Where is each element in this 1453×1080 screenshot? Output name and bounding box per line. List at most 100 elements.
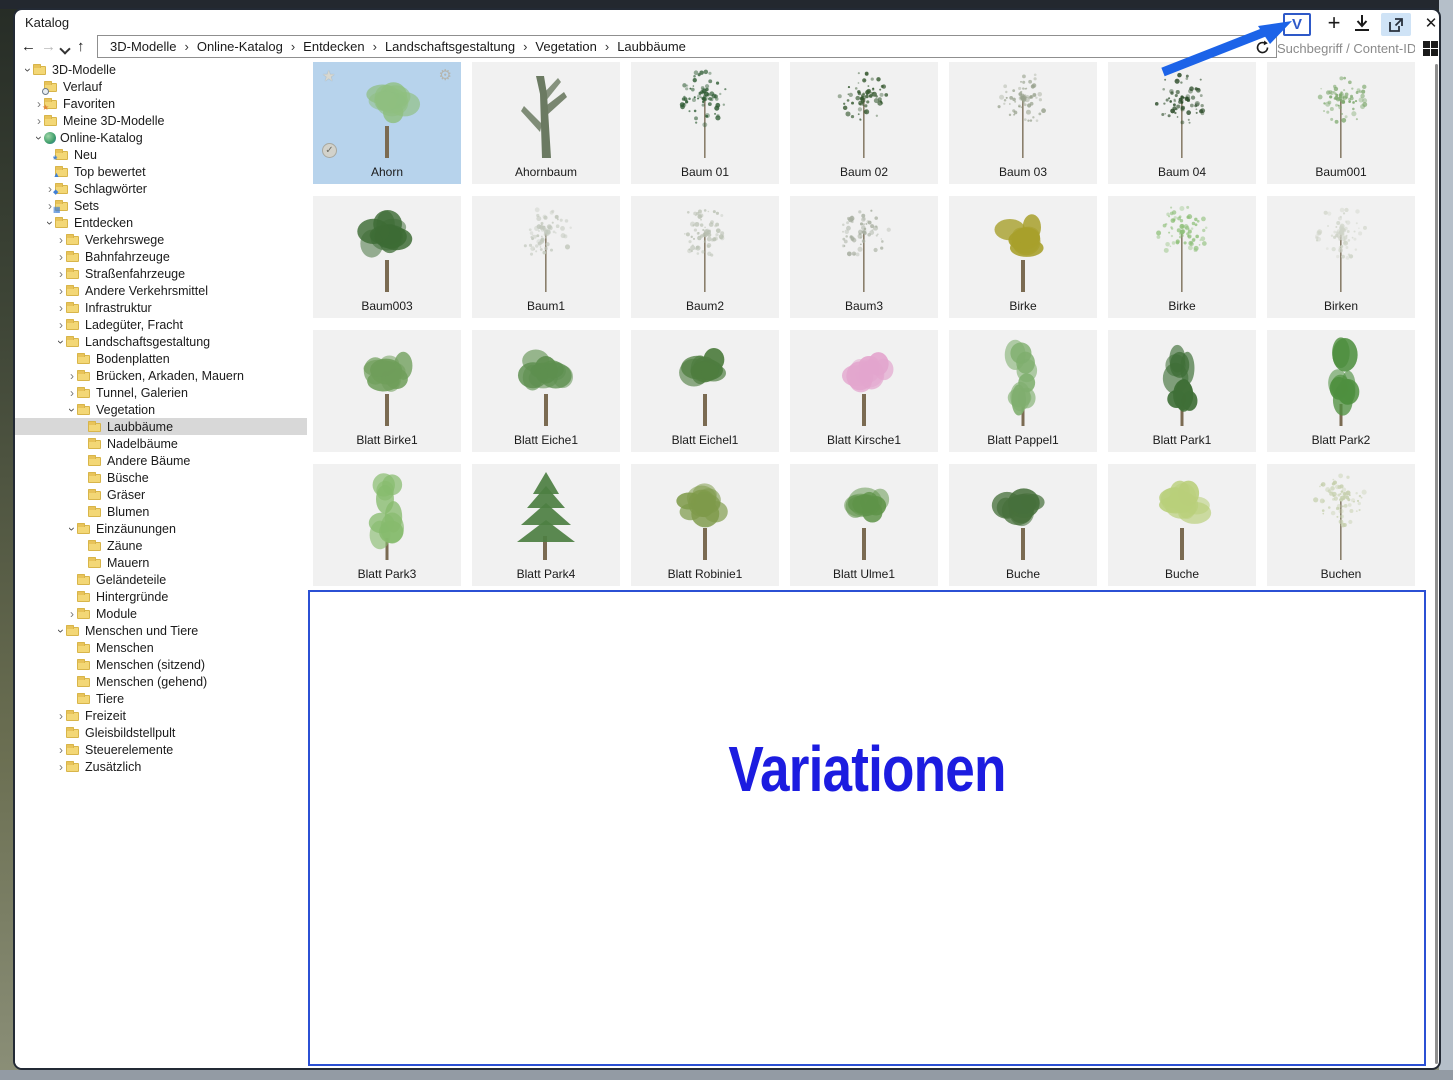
tree-item-sets[interactable]: › ▦ Sets	[15, 197, 307, 214]
variations-button[interactable]: V	[1283, 13, 1311, 36]
tree-item-favoriten[interactable]: › ★ Favoriten	[15, 95, 307, 112]
tree-item-verlauf[interactable]: Verlauf	[15, 78, 307, 95]
chevron-collapsed-icon[interactable]: ›	[56, 319, 66, 331]
breadcrumb-item[interactable]: Online-Katalog	[191, 39, 289, 54]
tree-item-straßenfahrzeuge[interactable]: › Straßenfahrzeuge	[15, 265, 307, 282]
tree-item-top-bewertet[interactable]: ▲ Top bewertet	[15, 163, 307, 180]
chevron-expanded-icon[interactable]: ›	[65, 524, 79, 534]
tree-item-tiere[interactable]: Tiere	[15, 690, 307, 707]
chevron-expanded-icon[interactable]: ›	[43, 218, 57, 228]
chevron-collapsed-icon[interactable]: ›	[56, 302, 66, 314]
back-button[interactable]: ←	[21, 38, 36, 55]
tree-item-büsche[interactable]: Büsche	[15, 469, 307, 486]
tree-item-bodenplatten[interactable]: Bodenplatten	[15, 350, 307, 367]
tree-item-hintergründe[interactable]: Hintergründe	[15, 588, 307, 605]
tree-item-menschen-und-tiere[interactable]: › Menschen und Tiere	[15, 622, 307, 639]
tree-item-menschen[interactable]: Menschen	[15, 639, 307, 656]
model-tile-blatt-park1[interactable]: Blatt Park1	[1108, 330, 1256, 452]
breadcrumb-item[interactable]: Entdecken	[297, 39, 370, 54]
tree-item-infrastruktur[interactable]: › Infrastruktur	[15, 299, 307, 316]
tree-item-entdecken[interactable]: › Entdecken	[15, 214, 307, 231]
tree-item-module[interactable]: › Module	[15, 605, 307, 622]
check-icon[interactable]: ✓	[322, 143, 337, 158]
chevron-collapsed-icon[interactable]: ›	[56, 710, 66, 722]
tree-item-3d-modelle[interactable]: › 3D-Modelle	[15, 61, 307, 78]
tree-item-verkehrswege[interactable]: › Verkehrswege	[15, 231, 307, 248]
download-icon[interactable]	[1351, 14, 1373, 34]
tree-item-geländeteile[interactable]: Geländeteile	[15, 571, 307, 588]
model-tile-buche[interactable]: Buche	[949, 464, 1097, 586]
tree-item-zäune[interactable]: Zäune	[15, 537, 307, 554]
tree-item-meine-3d-modelle[interactable]: › Meine 3D-Modelle	[15, 112, 307, 129]
model-tile-ahornbaum[interactable]: Ahornbaum	[472, 62, 620, 184]
favorite-star-icon[interactable]: ★	[322, 67, 335, 85]
tree-item-andere-verkehrsmittel[interactable]: › Andere Verkehrsmittel	[15, 282, 307, 299]
open-external-button[interactable]	[1381, 13, 1411, 36]
model-tile-baum003[interactable]: Baum003	[313, 196, 461, 318]
model-tile-blatt-eichel1[interactable]: Blatt Eichel1	[631, 330, 779, 452]
model-tile-baum3[interactable]: Baum3	[790, 196, 938, 318]
refresh-icon[interactable]	[1254, 39, 1271, 56]
model-tile-baum-03[interactable]: Baum 03	[949, 62, 1097, 184]
tree-item-bahnfahrzeuge[interactable]: › Bahnfahrzeuge	[15, 248, 307, 265]
tree-item-vegetation[interactable]: › Vegetation	[15, 401, 307, 418]
close-button[interactable]: ✕	[1419, 12, 1439, 36]
breadcrumb-item[interactable]: Landschaftsgestaltung	[379, 39, 521, 54]
tree-item-nadelbäume[interactable]: Nadelbäume	[15, 435, 307, 452]
model-tile-blatt-birke1[interactable]: Blatt Birke1	[313, 330, 461, 452]
chevron-expanded-icon[interactable]: ›	[54, 626, 68, 636]
model-tile-blatt-kirsche1[interactable]: Blatt Kirsche1	[790, 330, 938, 452]
chevron-collapsed-icon[interactable]: ›	[56, 268, 66, 280]
breadcrumb-item[interactable]: Laubbäume	[611, 39, 692, 54]
tree-item-menschen-sitzend-[interactable]: Menschen (sitzend)	[15, 656, 307, 673]
breadcrumb-item[interactable]: 3D-Modelle	[104, 39, 182, 54]
model-tile-blatt-park2[interactable]: Blatt Park2	[1267, 330, 1415, 452]
chevron-collapsed-icon[interactable]: ›	[67, 387, 77, 399]
chevron-collapsed-icon[interactable]: ›	[56, 761, 66, 773]
model-tile-baum2[interactable]: Baum2	[631, 196, 779, 318]
chevron-collapsed-icon[interactable]: ›	[56, 234, 66, 246]
tree-item-einzäunungen[interactable]: › Einzäunungen	[15, 520, 307, 537]
chevron-collapsed-icon[interactable]: ›	[67, 370, 77, 382]
chevron-expanded-icon[interactable]: ›	[54, 337, 68, 347]
chevron-expanded-icon[interactable]: ›	[21, 65, 35, 75]
search-input[interactable]	[1277, 38, 1415, 58]
tree-item-online-katalog[interactable]: › Online-Katalog	[15, 129, 307, 146]
tree-item-neu[interactable]: * Neu	[15, 146, 307, 166]
forward-button[interactable]: →	[41, 38, 56, 55]
model-tile-birke[interactable]: Birke	[1108, 196, 1256, 318]
tree-item-steuerelemente[interactable]: › Steuerelemente	[15, 741, 307, 758]
model-tile-blatt-ulme1[interactable]: Blatt Ulme1	[790, 464, 938, 586]
model-tile-blatt-eiche1[interactable]: Blatt Eiche1	[472, 330, 620, 452]
model-tile-baum-04[interactable]: Baum 04	[1108, 62, 1256, 184]
model-tile-blatt-park4[interactable]: Blatt Park4	[472, 464, 620, 586]
tree-item-andere-bäume[interactable]: Andere Bäume	[15, 452, 307, 469]
model-tile-blatt-park3[interactable]: Blatt Park3	[313, 464, 461, 586]
grid-scrollbar[interactable]	[1435, 64, 1438, 1064]
tree-item-ladegüter-fracht[interactable]: › Ladegüter, Fracht	[15, 316, 307, 333]
chevron-expanded-icon[interactable]: ›	[32, 133, 46, 143]
model-tile-baum-01[interactable]: Baum 01	[631, 62, 779, 184]
recent-locations-caret-icon[interactable]	[61, 45, 69, 53]
tree-item-freizeit[interactable]: › Freizeit	[15, 707, 307, 724]
chevron-collapsed-icon[interactable]: ›	[56, 744, 66, 756]
breadcrumb-item[interactable]: Vegetation	[529, 39, 602, 54]
tree-item-laubbäume[interactable]: Laubbäume	[15, 418, 307, 435]
tree-item-schlagwörter[interactable]: › ◆ Schlagwörter	[15, 180, 307, 197]
model-tile-blatt-pappel1[interactable]: Blatt Pappel1	[949, 330, 1097, 452]
model-tile-baum001[interactable]: Baum001	[1267, 62, 1415, 184]
tile-view-icon[interactable]	[1423, 41, 1438, 56]
tree-item-gräser[interactable]: Gräser	[15, 486, 307, 503]
tree-item-mauern[interactable]: Mauern	[15, 554, 307, 571]
tree-item-blumen[interactable]: Blumen	[15, 503, 307, 520]
chevron-collapsed-icon[interactable]: ›	[56, 285, 66, 297]
model-tile-baum-02[interactable]: Baum 02	[790, 62, 938, 184]
model-tile-baum1[interactable]: Baum1	[472, 196, 620, 318]
tree-item-landschaftsgestaltung[interactable]: › Landschaftsgestaltung	[15, 333, 307, 350]
up-button[interactable]: ↑	[77, 38, 85, 55]
chevron-collapsed-icon[interactable]: ›	[34, 115, 44, 127]
add-button[interactable]: +	[1321, 10, 1347, 36]
model-tile-blatt-robinie1[interactable]: Blatt Robinie1	[631, 464, 779, 586]
tree-item-tunnel-galerien[interactable]: › Tunnel, Galerien	[15, 384, 307, 401]
model-tile-birke[interactable]: Birke	[949, 196, 1097, 318]
